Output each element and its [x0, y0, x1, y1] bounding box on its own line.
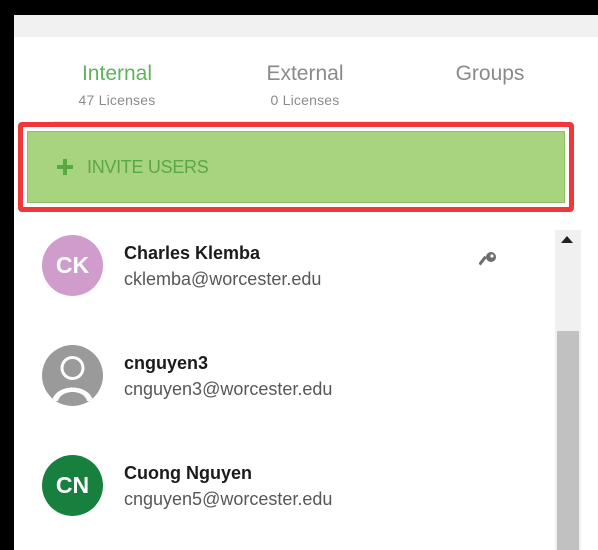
- tab-internal[interactable]: Internal 47 Licenses: [44, 37, 190, 125]
- plus-icon: [57, 159, 73, 175]
- tab-groups-label: Groups: [455, 62, 525, 85]
- tab-internal-label: Internal: [81, 62, 153, 85]
- avatar: [42, 345, 103, 406]
- avatar: CK: [42, 235, 103, 296]
- user-email: cnguyen3@worcester.edu: [124, 379, 333, 399]
- key-icon[interactable]: [479, 251, 497, 271]
- user-management-panel: Internal 47 Licenses External 0 Licenses…: [14, 15, 598, 550]
- invite-highlight-box: INVITE USERS: [18, 122, 574, 212]
- user-email: cnguyen5@worcester.edu: [124, 489, 333, 509]
- tab-internal-count: 47 Licenses: [78, 92, 156, 108]
- invite-users-button[interactable]: INVITE USERS: [27, 131, 565, 203]
- list-item[interactable]: CN Cuong Nguyen cnguyen5@worcester.edu: [14, 449, 554, 549]
- scrollbar[interactable]: [555, 230, 581, 550]
- license-tabs: Internal 47 Licenses External 0 Licenses…: [14, 37, 598, 125]
- tab-groups[interactable]: Groups: [417, 37, 563, 125]
- default-user-icon: [52, 356, 93, 401]
- tab-external-count: 0 Licenses: [270, 92, 340, 108]
- list-item[interactable]: cnguyen3 cnguyen3@worcester.edu: [14, 339, 554, 439]
- scroll-up-arrow-icon[interactable]: [561, 236, 573, 243]
- list-item[interactable]: CK Charles Klemba cklemba@worcester.edu: [14, 229, 554, 329]
- invite-users-label: INVITE USERS: [87, 156, 209, 177]
- user-email: cklemba@worcester.edu: [124, 269, 322, 289]
- top-strip: [14, 15, 598, 37]
- user-name: Cuong Nguyen: [124, 463, 252, 483]
- user-name: Charles Klemba: [124, 243, 261, 263]
- scrollbar-thumb[interactable]: [557, 331, 579, 550]
- tab-external[interactable]: External 0 Licenses: [232, 37, 378, 125]
- tab-external-label: External: [266, 62, 344, 85]
- avatar: CN: [42, 455, 103, 516]
- user-name: cnguyen3: [124, 353, 209, 373]
